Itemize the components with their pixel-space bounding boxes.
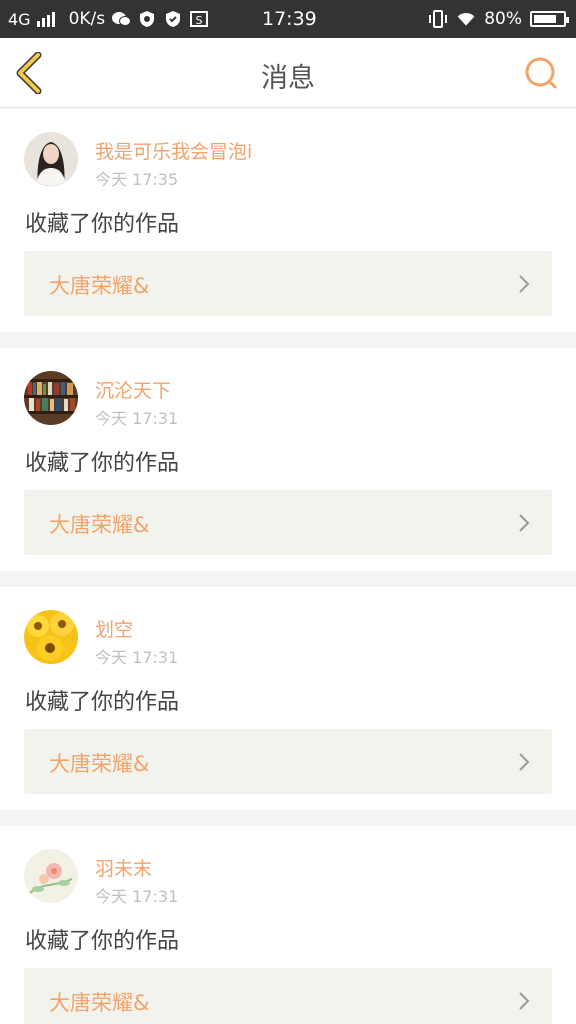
- timestamp: 今天 17:31: [95, 648, 179, 667]
- timestamp: 今天 17:35: [95, 170, 179, 189]
- battery-percent: 80%: [484, 9, 522, 29]
- shield-icon: [137, 10, 157, 28]
- username[interactable]: 沉沦天下: [95, 376, 171, 403]
- message-card: 沉沦天下 今天 17:31 收藏了你的作品 大唐荣耀&: [0, 348, 576, 571]
- page-title: 消息: [261, 63, 315, 94]
- signal-icon: [36, 11, 55, 27]
- work-title: 大唐荣耀&: [49, 752, 150, 776]
- chevron-right-icon: [519, 992, 530, 1010]
- wifi-icon: [456, 10, 476, 28]
- chevron-right-icon: [519, 514, 530, 532]
- wechat-icon: [111, 10, 132, 28]
- work-link[interactable]: 大唐荣耀&: [24, 729, 552, 794]
- nav-bar: 消息: [0, 38, 576, 108]
- status-time: 17:39: [262, 8, 317, 30]
- network-type: 4G: [8, 9, 31, 29]
- shield-check-icon: [163, 10, 183, 28]
- avatar[interactable]: [24, 132, 78, 186]
- avatar[interactable]: [24, 610, 78, 664]
- work-title: 大唐荣耀&: [49, 513, 150, 537]
- search-button[interactable]: [524, 56, 558, 90]
- message-card: 划空 今天 17:31 收藏了你的作品 大唐荣耀&: [0, 587, 576, 810]
- work-title: 大唐荣耀&: [49, 274, 150, 298]
- network-speed: 0K/s: [68, 9, 106, 29]
- work-link[interactable]: 大唐荣耀&: [24, 490, 552, 555]
- work-link[interactable]: 大唐荣耀&: [24, 251, 552, 316]
- avatar[interactable]: [24, 849, 78, 903]
- search-icon: [525, 57, 557, 89]
- avatar[interactable]: [24, 371, 78, 425]
- action-text: 收藏了你的作品: [25, 451, 180, 476]
- message-card: 我是可乐我会冒泡i 今天 17:35 收藏了你的作品 大唐荣耀&: [0, 109, 576, 332]
- s-box-icon: S: [189, 10, 209, 28]
- battery-icon: [530, 11, 569, 27]
- chevron-right-icon: [519, 753, 530, 771]
- vibrate-icon: [428, 10, 448, 28]
- username[interactable]: 羽未末: [95, 854, 152, 881]
- action-text: 收藏了你的作品: [25, 929, 180, 954]
- timestamp: 今天 17:31: [95, 887, 179, 906]
- action-text: 收藏了你的作品: [25, 690, 180, 715]
- status-bar: 4G 0K/s S 17:39 80%: [0, 0, 576, 38]
- username[interactable]: 划空: [95, 615, 133, 642]
- timestamp: 今天 17:31: [95, 409, 179, 428]
- svg-text:S: S: [196, 14, 203, 27]
- work-link[interactable]: 大唐荣耀&: [24, 968, 552, 1024]
- action-text: 收藏了你的作品: [25, 212, 180, 237]
- username[interactable]: 我是可乐我会冒泡i: [95, 137, 252, 164]
- message-card: 羽未末 今天 17:31 收藏了你的作品 大唐荣耀&: [0, 826, 576, 1024]
- chevron-right-icon: [519, 275, 530, 293]
- work-title: 大唐荣耀&: [49, 991, 150, 1015]
- message-list: 我是可乐我会冒泡i 今天 17:35 收藏了你的作品 大唐荣耀& 沉沦天下 今天…: [0, 109, 576, 1024]
